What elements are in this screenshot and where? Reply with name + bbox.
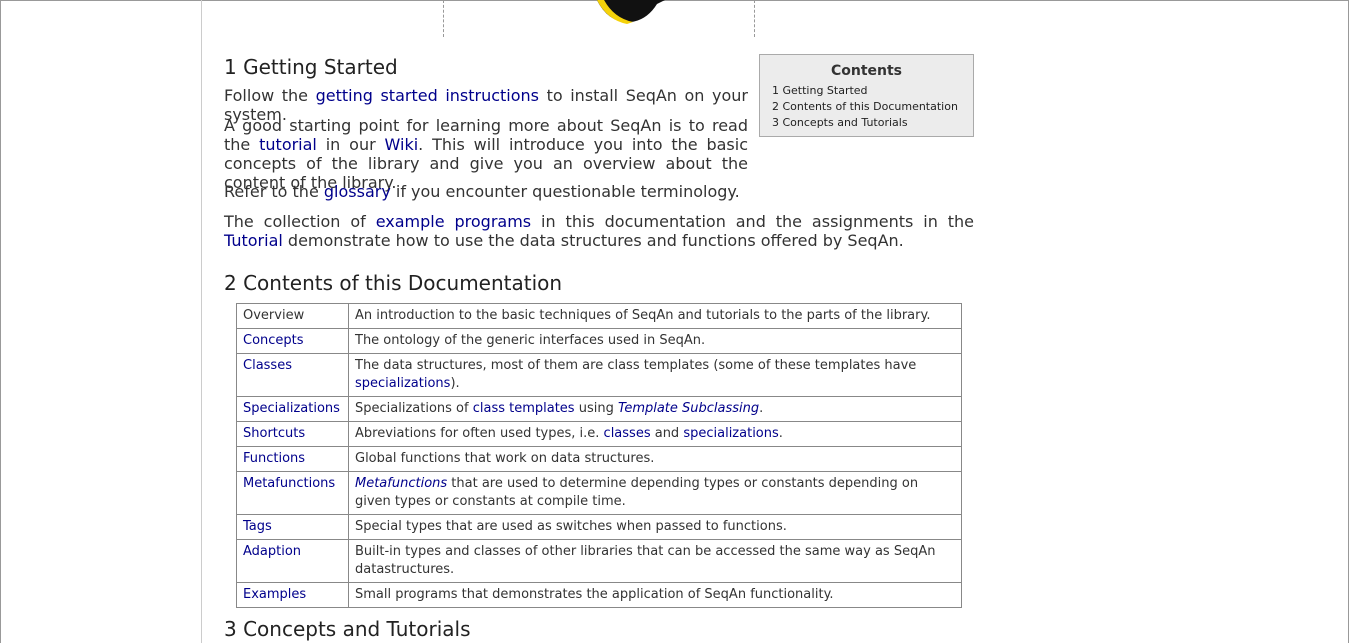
table-row: Overview An introduction to the basic te… [236, 303, 962, 329]
text: if you encounter questionable terminolog… [390, 182, 740, 201]
seqan-logo-icon[interactable] [593, 0, 665, 26]
row-desc: Built-in types and classes of other libr… [348, 539, 962, 583]
table-row: Examples Small programs that demonstrate… [236, 582, 962, 608]
link-metafunctions[interactable]: Metafunctions [243, 476, 335, 491]
text: Abreviations for often used types, i.e. [355, 426, 604, 441]
text: . [759, 401, 764, 416]
table-row: Functions Global functions that work on … [236, 446, 962, 472]
link-template-subclassing[interactable]: Template Subclassing [618, 401, 759, 416]
table-row: Concepts The ontology of the generic int… [236, 328, 962, 354]
text: Refer to the [224, 182, 324, 201]
row-name-overview: Overview [236, 303, 349, 329]
text: Follow the [224, 86, 316, 105]
text: in this documentation and the assignment… [531, 212, 975, 231]
link-adaption[interactable]: Adaption [243, 544, 301, 559]
paragraph-examples: The collection of example programs in th… [224, 212, 974, 250]
text: . [778, 426, 783, 441]
link-shortcuts[interactable]: Shortcuts [243, 426, 305, 441]
section-heading-concepts-tutorials: 3 Concepts and Tutorials [224, 617, 471, 641]
table-row: Shortcuts Abreviations for often used ty… [236, 421, 962, 447]
row-desc: Specializations of class templates using… [348, 396, 962, 422]
link-concepts[interactable]: Concepts [243, 333, 304, 348]
row-desc: The data structures, most of them are cl… [348, 353, 962, 397]
link-tags[interactable]: Tags [243, 519, 272, 534]
text: using [574, 401, 618, 416]
link-specializations[interactable]: Specializations [243, 401, 340, 416]
toc-link-getting-started[interactable]: 1 Getting Started [772, 84, 868, 97]
link-examples[interactable]: Examples [243, 587, 306, 602]
row-desc: Abreviations for often used types, i.e. … [348, 421, 962, 447]
text: demonstrate how to use the data structur… [282, 231, 904, 250]
link-tutorial[interactable]: tutorial [259, 135, 317, 154]
link-functions[interactable]: Functions [243, 451, 305, 466]
section-heading-contents-documentation: 2 Contents of this Documentation [224, 271, 563, 295]
row-desc: Global functions that work on data struc… [348, 446, 962, 472]
link-class-templates[interactable]: class templates [473, 401, 575, 416]
documentation-contents-table: Overview An introduction to the basic te… [236, 303, 962, 608]
paragraph-starting-point: A good starting point for learning more … [224, 116, 748, 192]
link-tutorial-assignments[interactable]: Tutorial [224, 231, 283, 250]
link-classes-inline[interactable]: classes [604, 426, 651, 441]
link-getting-started-instructions[interactable]: getting started instructions [316, 86, 539, 105]
text: Specializations of [355, 401, 473, 416]
text: The collection of [224, 212, 376, 231]
text: The data structures, most of them are cl… [355, 358, 917, 373]
text: and [650, 426, 684, 441]
table-row: Metafunctions Metafunctions that are use… [236, 471, 962, 515]
toc-link-concepts-tutorials[interactable]: 3 Concepts and Tutorials [772, 116, 908, 129]
table-row: Adaption Built-in types and classes of o… [236, 539, 962, 583]
link-wiki[interactable]: Wiki [385, 135, 419, 154]
window-left-border [0, 0, 1, 643]
header-divider-left [443, 0, 444, 37]
table-row: Classes The data structures, most of the… [236, 353, 962, 397]
row-desc: The ontology of the generic interfaces u… [348, 328, 962, 354]
row-desc: Small programs that demonstrates the app… [348, 582, 962, 608]
text: ). [450, 376, 460, 391]
link-glossary[interactable]: glossary [324, 182, 391, 201]
link-specializations-inline[interactable]: specializations [355, 376, 450, 391]
table-row: Tags Special types that are used as swit… [236, 514, 962, 540]
link-example-programs[interactable]: example programs [376, 212, 531, 231]
row-desc: Special types that are used as switches … [348, 514, 962, 540]
row-desc: An introduction to the basic techniques … [348, 303, 962, 329]
toc-link-contents-documentation[interactable]: 2 Contents of this Documentation [772, 100, 958, 113]
link-specializations-inline-2[interactable]: specializations [683, 426, 778, 441]
header-divider-right [754, 0, 755, 37]
row-desc: Metafunctions that are used to determine… [348, 471, 962, 515]
section-heading-getting-started: 1 Getting Started [224, 55, 398, 79]
table-row: Specializations Specializations of class… [236, 396, 962, 422]
paragraph-glossary: Refer to the glossary if you encounter q… [224, 182, 974, 201]
link-metafunctions-inline[interactable]: Metafunctions [355, 476, 447, 491]
link-classes[interactable]: Classes [243, 358, 292, 373]
text: in our [316, 135, 385, 154]
